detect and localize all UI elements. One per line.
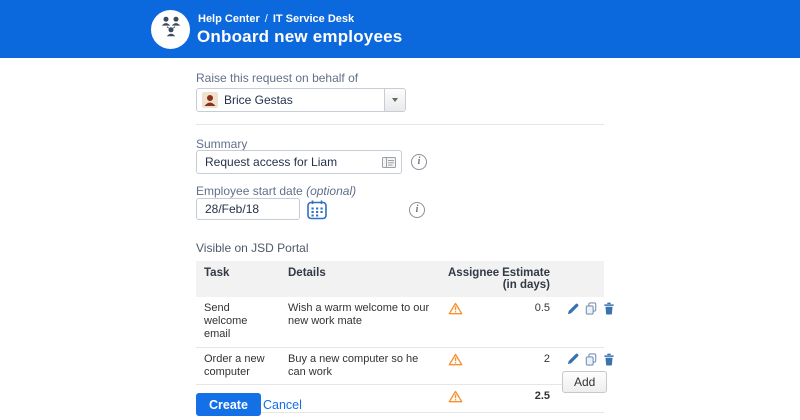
col-header-details: Details: [280, 261, 440, 297]
request-type-avatar: [151, 10, 190, 49]
user-avatar-icon: [202, 92, 218, 108]
breadcrumb-help-center[interactable]: Help Center: [198, 13, 260, 25]
calendar-picker-button[interactable]: [306, 199, 328, 221]
onboard-request-page: Help Center / IT Service Desk Onboard new …: [0, 0, 800, 420]
col-header-assignee: Assignee: [440, 261, 494, 297]
portal-visibility-note: Visible on JSD Portal: [196, 241, 309, 255]
cancel-link[interactable]: Cancel: [263, 398, 302, 412]
assignee-cell: [440, 347, 494, 384]
portal-header: Help Center / IT Service Desk Onboard new …: [0, 0, 800, 58]
task-cell: Send welcome email: [196, 297, 280, 347]
start-date-label: Employee start date (optional): [196, 184, 356, 198]
page-title: Onboard new employees: [197, 27, 402, 47]
breadcrumb-service-desk[interactable]: IT Service Desk: [273, 13, 354, 25]
tasks-table: Task Details Assignee Estimate (in days)…: [196, 261, 604, 413]
copy-icon[interactable]: [585, 302, 597, 315]
behalf-selected-value: Brice Gestas: [224, 93, 384, 107]
start-date-optional-text: (optional): [306, 184, 356, 198]
start-date-input[interactable]: [196, 198, 300, 220]
behalf-dropdown-button[interactable]: [384, 89, 405, 111]
total-estimate: 2.5: [494, 384, 556, 412]
breadcrumb: Help Center / IT Service Desk: [198, 13, 354, 25]
warning-triangle-icon: [448, 302, 463, 315]
start-date-info-icon[interactable]: i: [409, 202, 425, 218]
calendar-icon: [306, 199, 328, 221]
edit-pencil-icon[interactable]: [567, 303, 579, 315]
assignee-cell: [440, 297, 494, 347]
empty-cell: [280, 384, 440, 412]
warning-triangle-icon: [448, 390, 463, 403]
breadcrumb-separator: /: [265, 13, 268, 25]
behalf-label: Raise this request on behalf of: [196, 71, 358, 85]
copy-icon[interactable]: [585, 353, 597, 366]
col-header-task: Task: [196, 261, 280, 297]
start-date-label-text: Employee start date: [196, 184, 303, 198]
estimate-cell: 0.5: [494, 297, 556, 347]
summary-label: Summary: [196, 137, 247, 151]
details-cell: Buy a new computer so he can work: [280, 347, 440, 384]
behalf-select[interactable]: Brice Gestas: [196, 88, 406, 112]
summary-input[interactable]: [197, 155, 382, 169]
create-button[interactable]: Create: [196, 393, 261, 416]
details-cell: Wish a warm welcome to our new work mate: [280, 297, 440, 347]
team-org-icon: [156, 12, 186, 47]
row-actions: [556, 297, 604, 347]
warning-triangle-icon: [448, 353, 463, 366]
total-assignee-cell: [440, 384, 494, 412]
summary-field-wrap: [196, 150, 402, 174]
delete-trash-icon[interactable]: [603, 353, 615, 366]
chevron-down-icon: [392, 98, 398, 102]
autocomplete-form-icon: [382, 157, 396, 168]
table-row: Send welcome email Wish a warm welcome t…: [196, 297, 604, 347]
col-header-estimate: Estimate (in days): [494, 261, 556, 297]
add-task-button[interactable]: Add: [562, 371, 607, 393]
table-row: Order a new computer Buy a new computer …: [196, 347, 604, 384]
section-divider: [196, 124, 604, 125]
tasks-table-header-row: Task Details Assignee Estimate (in days): [196, 261, 604, 297]
col-header-actions: [556, 261, 604, 297]
delete-trash-icon[interactable]: [603, 302, 615, 315]
summary-info-icon[interactable]: i: [411, 154, 427, 170]
task-cell: Order a new computer: [196, 347, 280, 384]
edit-pencil-icon[interactable]: [567, 353, 579, 365]
estimate-cell: 2: [494, 347, 556, 384]
